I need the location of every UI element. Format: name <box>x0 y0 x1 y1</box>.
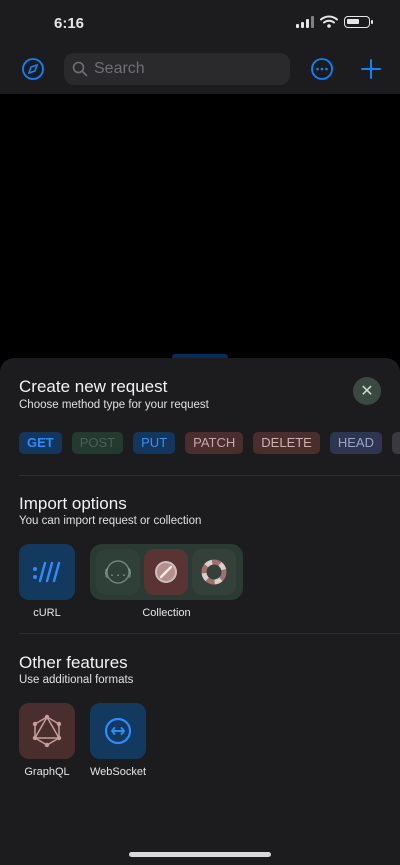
compass-icon <box>155 561 177 583</box>
graphql-button[interactable] <box>19 703 75 759</box>
websocket-icon <box>104 717 132 745</box>
graphql-icon <box>32 714 62 748</box>
search-icon <box>72 61 88 77</box>
status-bar: 6:16 <box>0 0 400 44</box>
collection-label: Collection <box>142 607 191 619</box>
status-time: 6:16 <box>54 15 85 32</box>
method-chip-put[interactable]: PUT <box>133 432 176 454</box>
websocket-label: WebSocket <box>89 766 147 778</box>
method-chip-get[interactable]: GET <box>19 432 62 454</box>
cellular-signal-icon <box>296 15 314 28</box>
divider <box>19 633 400 634</box>
braces-icon: {...} <box>105 560 131 584</box>
collection-format-3[interactable] <box>192 549 236 595</box>
ellipsis-circle-icon[interactable] <box>310 57 334 81</box>
curl-button[interactable] <box>19 544 75 600</box>
graphql-label: GraphQL <box>24 766 70 778</box>
curl-icon <box>33 561 61 583</box>
compass-icon[interactable] <box>21 57 45 81</box>
create-request-sheet: Create new request Choose method type fo… <box>0 358 400 865</box>
import-options-subtitle: You can import request or collection <box>19 515 202 527</box>
svg-text:{...}: {...} <box>105 568 131 579</box>
curl-label: cURL <box>33 607 61 619</box>
search-field[interactable] <box>64 53 290 85</box>
close-button[interactable]: ✕ <box>353 377 381 405</box>
collection-button[interactable]: {...} <box>90 544 243 600</box>
create-request-title: Create new request <box>19 377 168 396</box>
create-request-subtitle: Choose method type for your request <box>19 399 209 411</box>
method-chip-options[interactable]: OP <box>391 432 400 454</box>
plus-icon[interactable] <box>359 57 383 81</box>
collection-format-1[interactable]: {...} <box>96 549 140 595</box>
wifi-icon <box>320 15 338 28</box>
status-icons <box>296 15 373 28</box>
divider <box>19 475 400 476</box>
import-options-title: Import options <box>19 494 127 513</box>
search-input[interactable] <box>92 59 276 79</box>
lifebuoy-icon <box>201 559 227 585</box>
collection-format-2[interactable] <box>144 549 188 595</box>
home-indicator[interactable] <box>129 852 271 857</box>
websocket-button[interactable] <box>90 703 146 759</box>
method-chip-delete[interactable]: DELETE <box>253 432 320 454</box>
other-features-subtitle: Use additional formats <box>19 674 134 686</box>
method-chip-head[interactable]: HEAD <box>329 432 382 454</box>
method-chip-post[interactable]: POST <box>71 432 124 454</box>
battery-icon <box>344 15 373 28</box>
other-features-title: Other features <box>19 653 128 672</box>
method-chip-patch[interactable]: PATCH <box>185 432 244 454</box>
method-chips: GET POST PUT PATCH DELETE HEAD OP <box>19 432 400 454</box>
close-icon: ✕ <box>360 383 374 400</box>
